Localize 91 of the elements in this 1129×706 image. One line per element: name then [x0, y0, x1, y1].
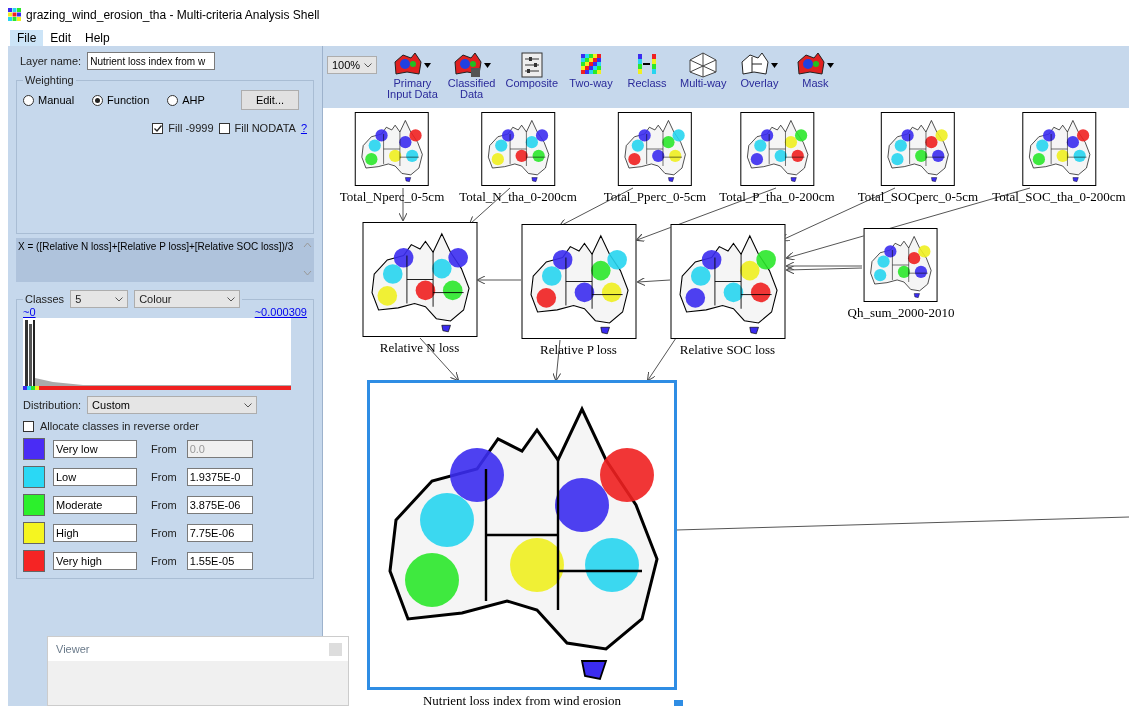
- checkbox-label: Allocate classes in reverse order: [40, 420, 199, 432]
- menu-item[interactable]: Help: [78, 30, 117, 46]
- radio-option[interactable]: Function: [92, 94, 150, 106]
- from-value-field[interactable]: 1.55E-05: [186, 552, 253, 570]
- dropdown-arrow-icon: [827, 62, 835, 68]
- connector-arrow: [476, 275, 522, 285]
- toolbar-button[interactable]: Composite: [505, 52, 559, 89]
- group-title: Classes 5 Colour: [23, 290, 243, 308]
- field-label: Layer name:: [20, 55, 82, 67]
- toolbar-button[interactable]: Primary Input Data: [387, 52, 438, 100]
- field-label: From: [151, 499, 177, 511]
- radio-button[interactable]: [167, 94, 179, 106]
- checkbox-label: Fill -9999: [168, 122, 214, 134]
- map-node[interactable]: [481, 112, 555, 186]
- from-value-field[interactable]: 1.9375E-0: [186, 468, 253, 486]
- toolbar-button[interactable]: Mask: [792, 52, 839, 89]
- map-node[interactable]: [618, 112, 692, 186]
- map-outline-icon: [740, 52, 771, 78]
- colored-map-icon: [393, 52, 424, 78]
- map-node[interactable]: [881, 112, 955, 186]
- node-label: Total_Nperc_0-5cm: [339, 189, 445, 205]
- radio-button[interactable]: [23, 94, 34, 106]
- max-value-link[interactable]: ~0.000309: [254, 306, 307, 318]
- connector-arrow: [636, 277, 671, 287]
- formula-field[interactable]: X = ([Relative N loss]+[Relative P loss]+[Relative SOC loss])/3: [16, 238, 314, 282]
- connector-arrow: [646, 337, 677, 382]
- class-name-field[interactable]: High: [53, 524, 137, 542]
- zoom-dropdown[interactable]: 100%: [327, 56, 377, 74]
- window-title: grazing_wind_erosion_tha - Multi-criteria Analysis Shell: [26, 8, 320, 22]
- chevron-down-icon: [244, 402, 253, 408]
- scrollbar-arrows-icon: [303, 241, 312, 277]
- node-label: Total_N_tha_0-200cm: [459, 189, 577, 205]
- distribution-dropdown[interactable]: Custom: [87, 396, 258, 414]
- color-swatch[interactable]: [23, 550, 45, 572]
- node-label: Total_SOC_tha_0-200cm: [992, 189, 1126, 205]
- toolbar-button[interactable]: Multi-way: [680, 52, 727, 89]
- radio-button[interactable]: [92, 94, 104, 106]
- map-node[interactable]: [355, 112, 429, 186]
- colored-map-icon: [452, 52, 483, 78]
- toolbar-button[interactable]: Overlay: [736, 52, 783, 89]
- color-swatch[interactable]: [23, 494, 45, 516]
- color-swatch[interactable]: [23, 522, 45, 544]
- chevron-down-icon: [115, 296, 124, 302]
- colored-map-icon: [796, 52, 827, 78]
- dropdown-arrow-icon: [771, 62, 779, 68]
- app-grid-icon: [8, 8, 22, 22]
- toolbar-button[interactable]: Two-way: [568, 52, 615, 89]
- from-value-field[interactable]: 3.875E-06: [186, 496, 253, 514]
- viewer-title: Viewer: [56, 643, 90, 655]
- field-label: From: [151, 471, 177, 483]
- field-label: From: [151, 527, 177, 539]
- min-value-link[interactable]: ~0: [23, 306, 36, 318]
- node-label: Nutrient loss index from wind erosion: [422, 693, 622, 706]
- node-label: Total_SOCperc_0-5cm: [857, 189, 979, 205]
- dropdown-arrow-icon: [483, 62, 491, 68]
- chevron-down-icon: [364, 62, 372, 68]
- layer-name-field[interactable]: Nutrient loss index from w: [87, 52, 216, 70]
- map-node[interactable]: [1022, 112, 1096, 186]
- checkbox[interactable]: [23, 420, 34, 432]
- checkbox-label: Fill NODATA: [234, 122, 296, 134]
- checkbox[interactable]: [152, 122, 164, 134]
- group-title: Weighting: [24, 74, 75, 86]
- node-label: Relative SOC loss: [679, 342, 776, 358]
- checkbox[interactable]: [218, 122, 230, 134]
- class-name-field[interactable]: Very high: [53, 552, 137, 570]
- edit-button[interactable]: Edit...: [240, 90, 300, 110]
- radio-option[interactable]: Manual: [23, 94, 75, 106]
- node-label: Total_Pperc_0-5cm: [603, 189, 707, 205]
- node-label: Relative N loss: [379, 340, 460, 356]
- field-label: Distribution:: [23, 399, 82, 411]
- node-label: Qh_sum_2000-2010: [847, 305, 955, 321]
- menu-item[interactable]: File: [10, 30, 44, 46]
- spider-web-icon: [688, 52, 719, 78]
- menu-item[interactable]: Edit: [43, 30, 79, 46]
- dropdown-arrow-icon: [424, 62, 432, 68]
- class-name-field[interactable]: Moderate: [53, 496, 137, 514]
- map-node[interactable]: [740, 112, 814, 186]
- toolbar-button[interactable]: Classified Data: [447, 52, 496, 100]
- help-link[interactable]: ?: [300, 122, 307, 134]
- chevron-down-icon: [227, 296, 236, 302]
- field-label: From: [151, 443, 177, 455]
- toolbar-button[interactable]: Reclass: [624, 52, 671, 89]
- class-count-dropdown[interactable]: 5: [70, 290, 129, 308]
- field-label: From: [151, 555, 177, 567]
- color-swatch[interactable]: [23, 466, 45, 488]
- map-node[interactable]: [864, 228, 938, 302]
- radio-option[interactable]: AHP: [167, 94, 205, 106]
- class-name-field[interactable]: Low: [53, 468, 137, 486]
- from-value-field[interactable]: 7.75E-06: [186, 524, 253, 542]
- node-label: Relative P loss: [540, 342, 617, 358]
- mode-dropdown[interactable]: Colour: [134, 290, 241, 308]
